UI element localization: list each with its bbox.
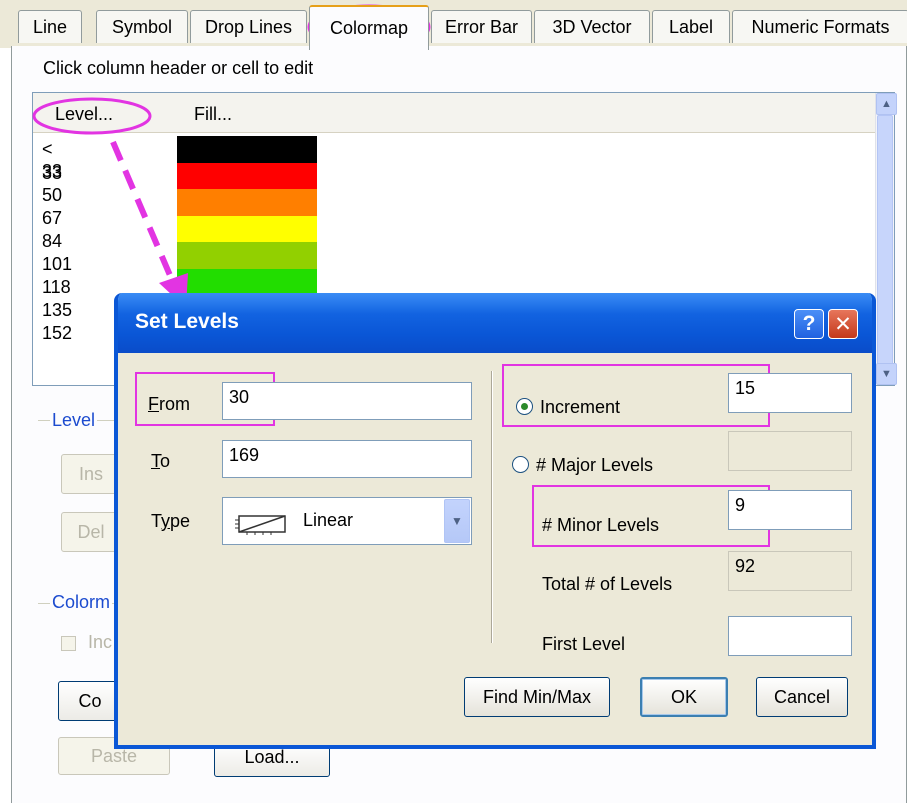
from-label: From [148, 394, 190, 414]
major-levels-radio[interactable] [512, 456, 529, 473]
dialog-title: Set Levels [135, 310, 239, 333]
level-cell[interactable]: 67 [42, 207, 62, 229]
minor-levels-input[interactable]: 9 [728, 490, 852, 530]
tab-label: Error Bar [444, 16, 518, 37]
level-cell[interactable]: 152 [42, 322, 72, 344]
type-value: Linear [303, 510, 354, 530]
first-level-input[interactable] [728, 616, 852, 656]
to-label-text: o [160, 451, 171, 471]
grid-vertical-scrollbar[interactable]: ▲ ▼ [875, 93, 897, 385]
linear-scale-icon [235, 515, 286, 535]
level-cell[interactable]: 84 [42, 230, 62, 252]
grid-header: Level... Fill... [33, 93, 875, 133]
level-cell[interactable]: 101 [42, 253, 72, 275]
to-input[interactable]: 169 [222, 440, 472, 478]
ok-button[interactable]: OK [640, 677, 728, 717]
total-levels-label: Total # of Levels [542, 574, 673, 594]
colormap-group-label: Colorm [50, 592, 113, 613]
level-cell[interactable]: 118 [42, 276, 71, 298]
increment-radio[interactable] [516, 398, 533, 415]
total-levels-value: 92 [728, 551, 852, 591]
scroll-down-icon[interactable]: ▼ [876, 363, 897, 385]
tab-label: Symbol [111, 16, 173, 37]
delete-button: Del [61, 512, 121, 552]
insert-button: Ins [61, 454, 121, 494]
tab-3d-vector[interactable]: 3D Vector [534, 10, 650, 43]
tab-numeric-formats[interactable]: Numeric Formats [732, 10, 907, 43]
to-label: To [151, 451, 171, 471]
type-select[interactable]: Linear ▼ [222, 497, 472, 545]
increment-input[interactable]: 15 [728, 373, 852, 413]
tab-symbol[interactable]: Symbol [96, 10, 188, 43]
find-min-max-button[interactable]: Find Min/Max [464, 677, 610, 717]
fill-column-header[interactable]: Fill... [194, 104, 232, 125]
tab-label: Line [32, 16, 68, 37]
cancel-button[interactable]: Cancel [756, 677, 848, 717]
from-label-text: rom [159, 394, 190, 414]
tab-label-tab[interactable]: Label [652, 10, 730, 43]
chevron-down-icon[interactable]: ▼ [444, 499, 470, 543]
major-levels-label: # Major Levels [536, 455, 654, 475]
help-icon[interactable]: ? [794, 309, 824, 339]
tab-colormap[interactable]: Colormap [309, 5, 429, 50]
level-cell[interactable]: 33 [42, 162, 62, 184]
increment-label: Increment [540, 397, 621, 417]
level-cell[interactable]: 135 [42, 299, 72, 321]
close-icon[interactable]: ✕ [828, 309, 858, 339]
first-level-label: First Level [542, 634, 626, 654]
level-group-label: Level [50, 410, 98, 431]
level-cell[interactable]: 50 [42, 184, 62, 206]
scroll-up-icon[interactable]: ▲ [876, 93, 897, 115]
tab-label: 3D Vector [552, 16, 632, 37]
set-levels-dialog: Set Levels ? ✕ From 30 To 169 Type Linea… [114, 293, 876, 749]
type-label: Type [151, 511, 190, 532]
minor-levels-label: # Minor Levels [542, 515, 660, 535]
tab-strip: Line Symbol Drop Lines Colormap Error Ba… [0, 0, 907, 50]
tab-error-bar[interactable]: Error Bar [431, 10, 532, 43]
annotation-arrow [110, 140, 188, 308]
tab-label: Drop Lines [204, 16, 293, 37]
tab-label: Numeric Formats [751, 16, 890, 37]
edit-hint: Click column header or cell to edit [43, 58, 314, 78]
include-label: Inc [88, 632, 113, 652]
tab-drop-lines[interactable]: Drop Lines [190, 10, 307, 43]
major-levels-input [728, 431, 852, 471]
type-label-c: pe [170, 511, 191, 531]
tab-label: Label [668, 16, 714, 37]
type-label-a: T [151, 511, 162, 531]
from-input[interactable]: 30 [222, 382, 472, 420]
tab-line[interactable]: Line [18, 10, 82, 43]
tab-label: Colormap [329, 18, 409, 38]
include-checkbox [61, 636, 76, 651]
column-divider [491, 371, 493, 643]
type-label-b: y [161, 511, 171, 531]
scroll-thumb[interactable] [877, 115, 893, 365]
copy-button[interactable]: Co [58, 681, 122, 721]
